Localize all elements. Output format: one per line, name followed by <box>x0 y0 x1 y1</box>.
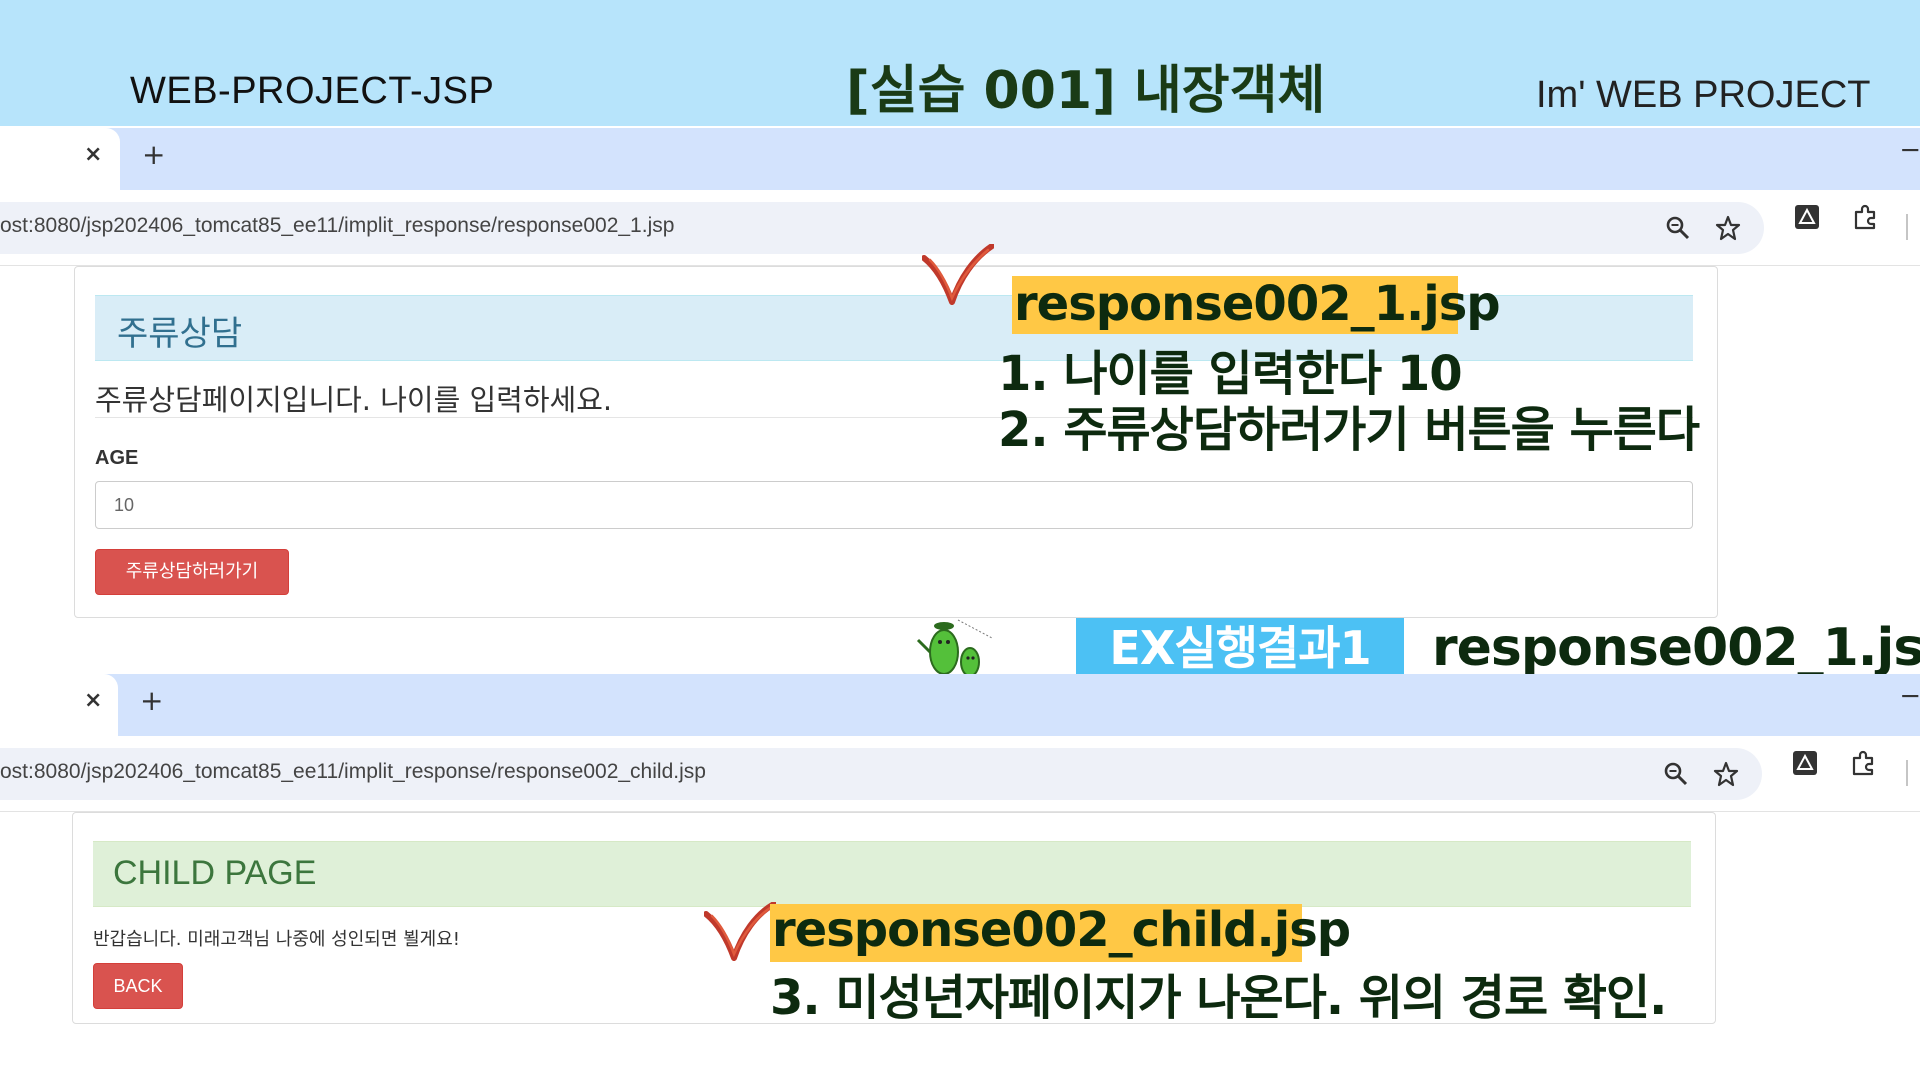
result-file: response002_1.jsp <box>1432 618 1920 678</box>
consult-description: 주류상담페이지입니다. 나이를 입력하세요. <box>95 383 613 417</box>
annotation-step-2: 2. 주류상담하러가기 버튼을 누른다 <box>998 402 1700 458</box>
browser-tab-2[interactable]: × <box>0 674 118 736</box>
extension-a-icon[interactable] <box>1794 204 1819 229</box>
tab-strip-2: × + ─ <box>0 674 1920 736</box>
address-bar[interactable]: ost:8080/jsp202406_tomcat85_ee11/implit_… <box>0 202 1764 254</box>
address-bar-2[interactable]: ost:8080/jsp202406_tomcat85_ee11/implit_… <box>0 748 1762 800</box>
extension-a-icon[interactable] <box>1792 750 1817 775</box>
slide-title: [실습 001] 내장객체 <box>846 61 1326 121</box>
toolbar-divider <box>1906 760 1908 786</box>
back-button[interactable]: BACK <box>93 963 183 1009</box>
url-text[interactable]: ost:8080/jsp202406_tomcat85_ee11/implit_… <box>0 760 706 784</box>
close-tab-icon[interactable]: × <box>84 688 102 713</box>
url-text[interactable]: ost:8080/jsp202406_tomcat85_ee11/implit_… <box>0 214 674 238</box>
puzzle-icon[interactable] <box>1850 750 1874 776</box>
brand-label: Im' WEB PROJECT <box>1536 74 1871 116</box>
annotation-step-3: 3. 미성년자페이지가 나온다. 위의 경로 확인. <box>770 970 1667 1026</box>
consult-submit-button[interactable]: 주류상담하러가기 <box>95 549 289 595</box>
age-label: AGE <box>95 447 139 469</box>
result-badge: EX실행결과1 <box>1076 618 1404 678</box>
zoom-icon[interactable] <box>1662 760 1690 788</box>
annotation-file-2: response002_child.jsp <box>772 902 1351 958</box>
minimize-icon[interactable]: ─ <box>1902 682 1918 712</box>
puzzle-icon[interactable] <box>1852 204 1876 230</box>
child-description: 반갑습니다. 미래고객님 나중에 성인되면 뵐게요! <box>93 929 461 950</box>
zoom-icon[interactable] <box>1664 214 1692 242</box>
check-mark-icon <box>922 244 994 305</box>
star-icon[interactable] <box>1712 760 1740 788</box>
check-mark-icon <box>704 902 776 961</box>
child-heading-text: CHILD PAGE <box>113 854 317 892</box>
minimize-icon[interactable]: ─ <box>1902 136 1918 166</box>
child-heading: CHILD PAGE <box>93 841 1691 907</box>
project-label: WEB-PROJECT-JSP <box>130 70 495 112</box>
browser-tab[interactable]: × <box>0 128 120 190</box>
new-tab-icon[interactable]: + <box>142 138 165 171</box>
slide: { "header": { "left_text": "WEB-PROJECT-… <box>0 0 1920 1080</box>
new-tab-icon[interactable]: + <box>140 684 163 717</box>
star-icon[interactable] <box>1714 214 1742 242</box>
close-tab-icon[interactable]: × <box>84 142 102 167</box>
annotation-file-1: response002_1.jsp <box>1014 276 1501 332</box>
consult-heading-text: 주류상담 <box>117 314 243 354</box>
age-input[interactable]: 10 <box>95 481 1693 529</box>
slide-header: WEB-PROJECT-JSP [실습 001] 내장객체 Im' WEB PR… <box>0 0 1920 126</box>
mascot-image <box>916 619 993 677</box>
toolbar-divider <box>1906 214 1908 240</box>
tab-strip: × + ─ <box>0 128 1920 190</box>
address-row-2: ost:8080/jsp202406_tomcat85_ee11/implit_… <box>0 736 1920 812</box>
